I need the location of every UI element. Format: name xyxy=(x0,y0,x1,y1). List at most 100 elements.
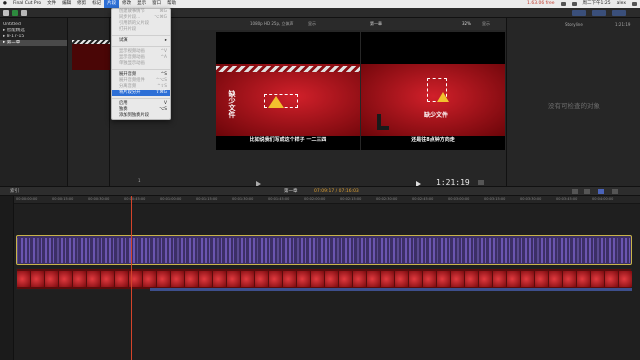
audio-segment xyxy=(569,238,570,263)
audio-segment xyxy=(109,238,111,263)
ruler-tick-label: 00:03:45:00 xyxy=(556,197,578,201)
audio-segment xyxy=(341,238,342,263)
audio-skimming-icon[interactable] xyxy=(598,189,604,194)
clip-menu-item[interactable]: 添加到独奏片段 xyxy=(112,113,170,119)
audio-segment xyxy=(513,238,515,263)
audio-segment xyxy=(201,238,203,263)
timeline-timecode: 07:09:17 / 07:16:03 xyxy=(314,189,359,194)
menu-trim[interactable]: 修剪 xyxy=(74,0,89,8)
audio-segment xyxy=(353,238,354,263)
audio-segment xyxy=(241,238,243,263)
menu-item-label: 单独显示动画 xyxy=(119,61,145,66)
audio-segment xyxy=(173,238,174,263)
viewer-view-menu[interactable]: 显示 xyxy=(482,18,490,30)
audio-segment xyxy=(245,238,246,263)
viewer-zoom[interactable]: 32% xyxy=(462,18,471,30)
import-icon[interactable] xyxy=(3,10,9,16)
menu-mark[interactable]: 标记 xyxy=(89,0,104,8)
audio-segment xyxy=(493,238,495,263)
clock[interactable]: 周二下午1:25 xyxy=(580,0,614,8)
audio-segment xyxy=(289,238,291,263)
ruler-tick-label: 00:02:45:00 xyxy=(412,197,434,201)
audio-segment xyxy=(117,238,119,263)
timeline-index-button[interactable]: 索引 xyxy=(10,187,19,196)
video-thumbnail xyxy=(381,271,394,287)
audio-segment xyxy=(405,238,407,263)
menu-edit[interactable]: 编辑 xyxy=(59,0,74,8)
audio-segment xyxy=(161,238,162,263)
audio-segment xyxy=(133,238,135,263)
audio-segment xyxy=(261,238,263,263)
clip-menu-item[interactable]: 将片段分开 ⇧⌘G xyxy=(112,90,170,96)
battery-icon[interactable] xyxy=(571,2,577,6)
playhead[interactable] xyxy=(131,196,132,360)
user-name[interactable]: alex xyxy=(614,0,629,8)
menu-item-label: 添加到独奏片段 xyxy=(119,113,150,118)
video-thumbnail xyxy=(395,271,408,287)
menu-help[interactable]: 帮助 xyxy=(164,0,179,8)
viewer-display-menu[interactable]: 显示 xyxy=(308,18,316,30)
audio-segment xyxy=(277,238,279,263)
menu-clip[interactable]: 片段 xyxy=(104,0,120,8)
skimming-icon[interactable] xyxy=(584,189,590,194)
inspector-tab[interactable]: Storyline xyxy=(565,22,583,27)
memory-status: 1.63.06 free xyxy=(527,1,555,6)
toolbar xyxy=(0,8,640,18)
audio-segment xyxy=(425,238,426,263)
apple-icon[interactable]: ● xyxy=(0,0,10,8)
key-icon[interactable] xyxy=(12,10,18,16)
library-item-selected[interactable]: ▸ 第二章 xyxy=(0,40,67,46)
menu-separator xyxy=(112,35,170,36)
share-button[interactable] xyxy=(612,10,626,16)
video-thumbnail xyxy=(605,271,618,287)
audio-segment xyxy=(37,238,39,263)
menu-window[interactable]: 窗口 xyxy=(149,0,164,8)
video-thumbnail xyxy=(563,271,576,287)
audio-segment xyxy=(25,238,27,263)
video-thumbnail xyxy=(45,271,58,287)
video-clip[interactable] xyxy=(16,268,632,290)
audio-segment xyxy=(541,238,543,263)
app-menu[interactable]: Final Cut Pro xyxy=(10,0,44,8)
audio-segment xyxy=(413,238,414,263)
menu-view[interactable]: 显示 xyxy=(134,0,149,8)
audio-segment xyxy=(501,238,503,263)
audio-segment xyxy=(221,238,222,263)
video-thumbnail xyxy=(59,271,72,287)
audio-segment xyxy=(237,238,239,263)
audio-segment xyxy=(397,238,399,263)
video-thumbnail xyxy=(199,271,212,287)
audio-clip[interactable] xyxy=(16,235,632,265)
ruler-tick-label: 00:02:15:00 xyxy=(340,197,362,201)
snapping-icon[interactable] xyxy=(572,189,578,194)
audio-segment xyxy=(257,238,258,263)
audio-segment xyxy=(393,238,395,263)
audio-segment xyxy=(177,238,179,263)
solo-icon[interactable] xyxy=(612,189,618,194)
menu-separator xyxy=(112,69,170,70)
audio-segment xyxy=(473,238,474,263)
audio-segment xyxy=(281,238,282,263)
layout-button[interactable] xyxy=(572,10,586,16)
checkmark-icon[interactable] xyxy=(21,10,27,16)
audio-segment xyxy=(337,238,339,263)
clip-thumbnail[interactable] xyxy=(72,40,110,70)
layout-button-2[interactable] xyxy=(592,10,606,16)
audio-segment xyxy=(593,238,594,263)
audio-segment xyxy=(329,238,330,263)
library-sidebar: Untitled ▸ 智能精选 ▸ 8-17-15 ▸ 第二章 xyxy=(0,18,68,186)
search-icon[interactable] xyxy=(632,2,637,6)
audio-segment xyxy=(517,238,519,263)
audio-segment xyxy=(421,238,423,263)
menu-modify[interactable]: 修改 xyxy=(119,0,134,8)
clip-menu-item[interactable]: 试演 ▸ xyxy=(112,38,170,44)
timeline-ruler[interactable]: 00:00:00:00 00:00:15:00 00:00:30:00 00:00:4… xyxy=(14,196,640,204)
audio-segment xyxy=(489,238,491,263)
fullscreen-icon[interactable] xyxy=(478,180,484,185)
wifi-icon[interactable] xyxy=(560,2,566,6)
audio-segment xyxy=(209,238,210,263)
menu-file[interactable]: 文件 xyxy=(44,0,59,8)
ruler-tick-label: 00:01:15:00 xyxy=(196,197,218,201)
audio-segment xyxy=(105,238,107,263)
menu-item-shortcut: ⌥S xyxy=(159,107,167,112)
